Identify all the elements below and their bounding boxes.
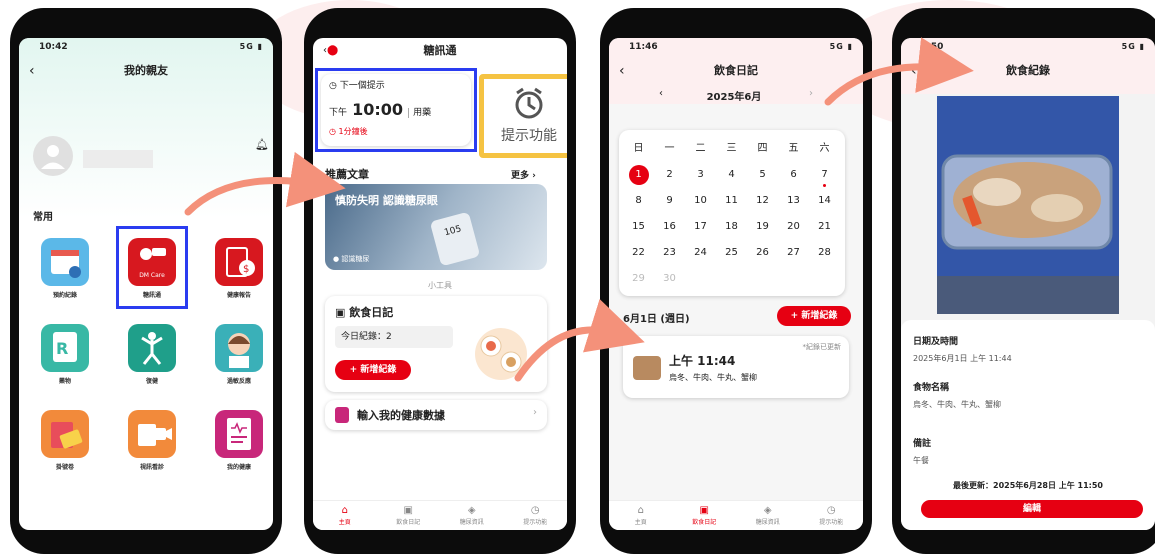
flow-arrows [184, 37, 974, 382]
arrow-phone2-to-phone3 [514, 298, 645, 382]
arrow-phone3-to-phone4 [824, 37, 974, 106]
arrow-phone1-to-phone2 [184, 151, 346, 216]
